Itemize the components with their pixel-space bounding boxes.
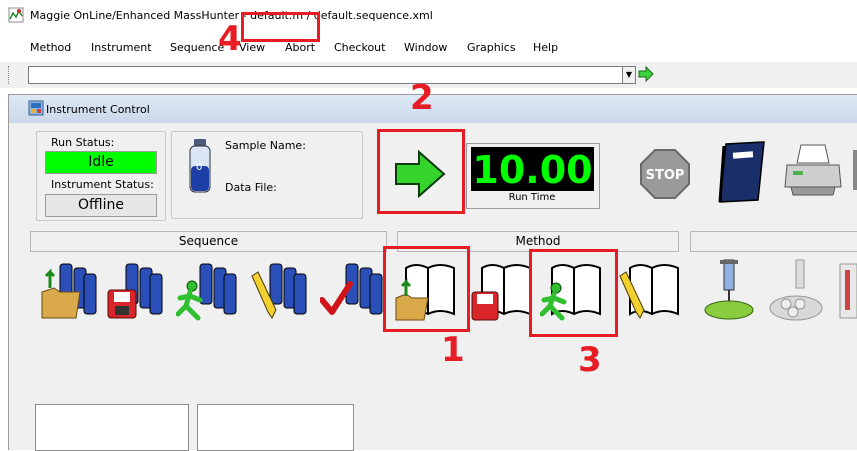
menu-instrument[interactable]: Instrument [91,41,152,54]
annotation-number-2: 2 [410,78,434,118]
sample-name-label: Sample Name: [225,139,306,152]
run-time-display: 10.00 [471,147,594,192]
stop-icon[interactable]: STOP [639,148,691,200]
run-status-value: Idle [45,151,157,174]
save-method-icon[interactable] [470,258,534,322]
method-status-box [197,404,354,451]
menu-view[interactable]: View [239,41,265,54]
menu-sequence[interactable]: Sequence [170,41,224,54]
menu-graphics[interactable]: Graphics [467,41,516,54]
load-sequence-icon[interactable] [40,258,98,322]
instrument-section-header [690,231,857,252]
address-input[interactable] [28,66,628,84]
go-arrow-icon[interactable] [638,65,654,83]
annotation-number-1: 1 [441,330,465,370]
thermometer-icon[interactable] [836,262,857,320]
data-file-label: Data File: [225,181,277,194]
menu-bar: Method Instrument Sequence View Abort Ch… [0,38,857,60]
annotation-box-4 [241,12,320,42]
instrument-status-label: Instrument Status: [51,178,154,191]
printer-icon[interactable] [783,143,843,199]
autosampler-icon[interactable] [766,258,826,322]
menu-checkout[interactable]: Checkout [334,41,385,54]
app-icon [8,7,24,23]
annotation-box-3 [529,249,618,337]
run-sequence-icon[interactable] [176,258,238,322]
annotation-box-2 [377,129,465,214]
annotation-number-3: 3 [578,340,602,380]
injector-icon[interactable] [702,258,758,322]
annotation-box-1 [383,246,470,332]
instrument-status-value: Offline [45,194,157,217]
sequence-section-header: Sequence [30,231,387,252]
stop-label: STOP [646,168,685,183]
check-sequence-icon[interactable] [320,258,384,322]
logbook-icon[interactable] [714,140,766,204]
menu-window[interactable]: Window [404,41,447,54]
address-dropdown-icon[interactable]: ▼ [622,66,636,84]
run-status-label: Run Status: [51,136,115,149]
edit-sequence-icon[interactable] [248,258,308,322]
menu-abort[interactable]: Abort [285,41,315,54]
sequence-status-box [35,404,189,451]
save-sequence-icon[interactable] [106,258,164,322]
toolbar-grip[interactable] [8,66,12,84]
instrument-control-icon [28,100,44,116]
annotation-number-4: 4 [218,19,242,59]
partial-icon [853,150,857,190]
edit-method-icon[interactable] [616,258,682,322]
run-time-label: Run Time [508,192,556,203]
vial-number: 0 [196,162,203,173]
instrument-control-title: Instrument Control [46,103,150,116]
menu-help[interactable]: Help [533,41,558,54]
menu-method[interactable]: Method [30,41,71,54]
